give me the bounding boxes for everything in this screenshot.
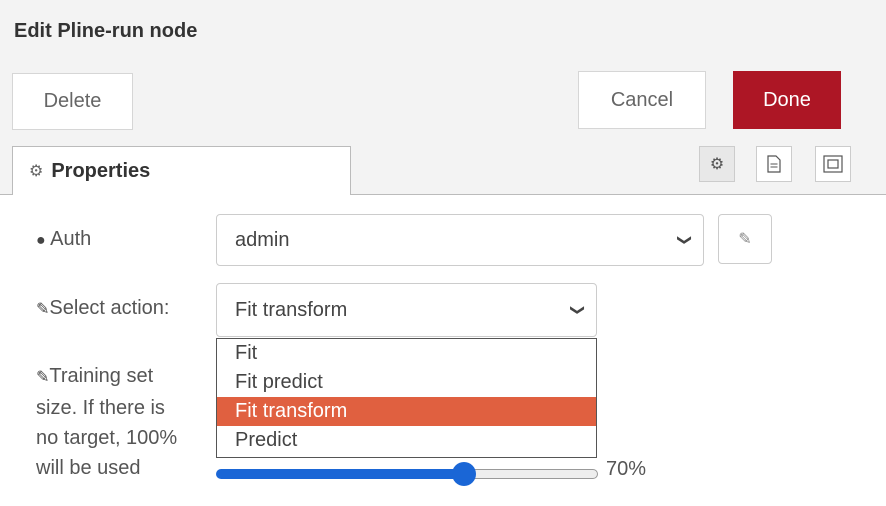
auth-label-row: ● Auth <box>36 224 91 256</box>
dialog-toolbar: Delete Cancel Done <box>0 64 886 143</box>
option-fit-predict[interactable]: Fit predict <box>217 368 596 397</box>
pencil-icon: ✎ <box>36 301 50 318</box>
pencil-icon: ✎ <box>36 369 50 386</box>
action-select[interactable]: Fit transform ❯ <box>216 283 597 337</box>
auth-select[interactable]: admin ❯ <box>216 214 704 266</box>
training-label: ✎Training set size. If there is no targe… <box>36 361 177 483</box>
cancel-button[interactable]: Cancel <box>578 71 706 129</box>
training-slider-fill[interactable] <box>216 469 464 479</box>
auth-select-value: admin <box>235 228 290 251</box>
chevron-down-icon: ❯ <box>677 234 694 246</box>
training-label-line-4: will be used <box>36 457 141 479</box>
training-slider-value: 70% <box>606 458 647 480</box>
training-label-line-2: size. If there is <box>36 397 165 419</box>
edit-auth-button[interactable]: ✎ <box>718 214 772 264</box>
tab-properties-label: Properties <box>51 159 151 182</box>
globe-icon: ● <box>36 232 46 249</box>
option-predict[interactable]: Predict <box>217 426 596 455</box>
settings-tab-button[interactable]: ⚙ <box>699 146 735 182</box>
appearance-tab-button[interactable] <box>815 146 851 182</box>
training-label-line-3: no target, 100% <box>36 427 178 449</box>
option-fit-transform[interactable]: Fit transform <box>217 397 596 426</box>
dialog-title: Edit Pline-run node <box>14 20 198 42</box>
description-tab-button[interactable] <box>756 146 792 182</box>
auth-label: Auth <box>50 228 92 250</box>
option-fit[interactable]: Fit <box>217 339 596 368</box>
training-label-line-1: Training set <box>49 365 154 387</box>
pencil-icon: ✎ <box>738 231 752 248</box>
action-label-row: ✎Select action: <box>36 293 169 325</box>
layout-icon <box>823 155 843 173</box>
delete-button[interactable]: Delete <box>12 73 133 130</box>
gear-icon: ⚙ <box>709 156 725 173</box>
chevron-down-icon: ❯ <box>570 304 587 316</box>
tab-properties[interactable]: ⚙ Properties <box>12 146 351 195</box>
action-dropdown-list: Fit Fit predict Fit transform Predict <box>216 338 597 458</box>
action-label: Select action: <box>49 297 170 319</box>
training-slider-track[interactable] <box>464 469 598 479</box>
document-icon <box>767 155 781 173</box>
done-button[interactable]: Done <box>733 71 841 129</box>
action-select-value: Fit transform <box>235 298 348 321</box>
tab-bar: ⚙ Properties ⚙ <box>0 142 886 195</box>
dialog-header: Edit Pline-run node <box>0 0 886 64</box>
training-slider-thumb[interactable] <box>452 462 476 486</box>
gear-icon: ⚙ <box>29 163 44 180</box>
